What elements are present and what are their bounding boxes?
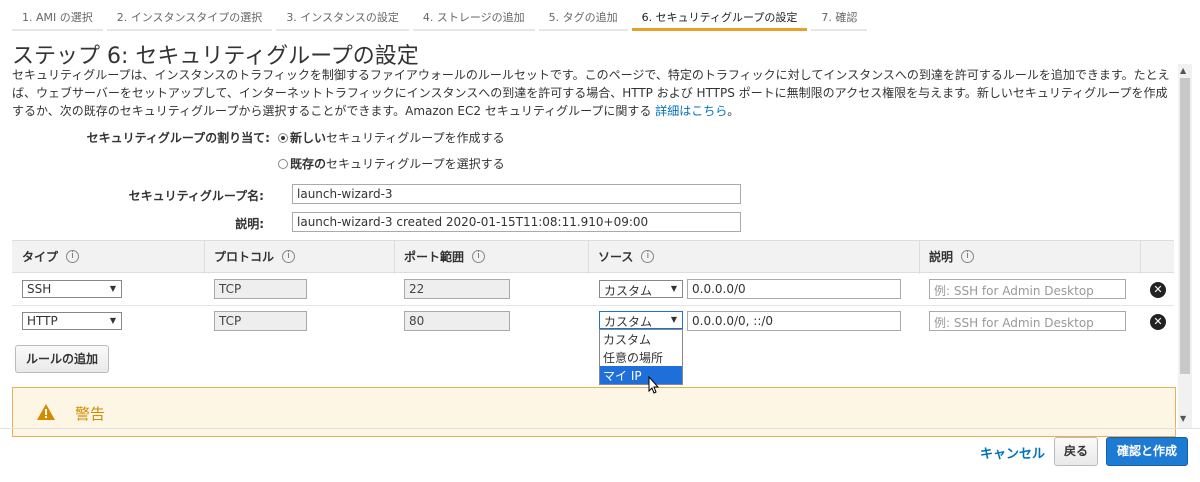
details-link[interactable]: 詳細はこちら xyxy=(655,104,727,118)
column-divider xyxy=(588,241,589,274)
description-end: 。 xyxy=(727,104,740,118)
rule2-type-select[interactable]: HTTP ▼ xyxy=(22,312,122,330)
rule1-source-input[interactable]: 0.0.0.0/0 xyxy=(687,279,901,299)
mouse-cursor-icon xyxy=(648,376,660,394)
tab-instance-type[interactable]: 2. インスタンスタイプの選択 xyxy=(106,4,273,31)
review-and-launch-button[interactable]: 確認と作成 xyxy=(1106,437,1188,466)
warning-icon xyxy=(37,404,55,420)
header-description: 説明 i xyxy=(929,248,975,265)
radio-new-group[interactable]: 新しい セキュリティグループを作成する xyxy=(278,129,505,146)
radio-existing-label: セキュリティグループを選択する xyxy=(326,157,505,171)
rule2-source-select[interactable]: カスタム ▼ xyxy=(599,311,683,329)
radio-new-bold: 新しい xyxy=(290,131,327,145)
description-text: セキュリティグループは、インスタンスのトラフィックを制御するファイアウォールのル… xyxy=(12,68,1170,118)
radio-new-label: セキュリティグループを作成する xyxy=(326,131,505,145)
rule2-port: 80 xyxy=(404,311,510,331)
tab-tags[interactable]: 5. タグの追加 xyxy=(538,4,628,31)
group-desc-label: 説明: xyxy=(235,217,264,231)
tab-instance-config[interactable]: 3. インスタンスの設定 xyxy=(276,4,409,31)
scrollbar-thumb[interactable] xyxy=(1180,78,1190,374)
rule2-source-type-value: カスタム xyxy=(604,315,653,329)
warning-title: 警告 xyxy=(75,405,106,423)
dropdown-arrow-icon: ▼ xyxy=(109,284,116,293)
tab-storage[interactable]: 4. ストレージの追加 xyxy=(412,4,535,31)
column-divider xyxy=(394,241,395,274)
add-rule-button[interactable]: ルールの追加 xyxy=(15,345,109,373)
dropdown-arrow-icon: ▼ xyxy=(670,315,677,324)
radio-existing-bold: 既存の xyxy=(290,157,327,171)
header-type: タイプ i xyxy=(22,248,80,265)
tab-ami[interactable]: 1. AMI の選択 xyxy=(12,4,103,31)
dropdown-arrow-icon: ▼ xyxy=(670,284,677,293)
rule1-source-select[interactable]: カスタム ▼ xyxy=(599,280,683,298)
dropdown-option-custom[interactable]: カスタム xyxy=(600,330,682,348)
column-divider xyxy=(1140,241,1141,274)
header-port-label: ポート範囲 xyxy=(404,250,465,264)
dropdown-option-anywhere[interactable]: 任意の場所 xyxy=(600,348,682,366)
cancel-button[interactable]: キャンセル xyxy=(980,443,1045,462)
rule1-delete-icon[interactable]: ✕ xyxy=(1150,282,1166,298)
wizard-tabs: 1. AMI の選択 2. インスタンスタイプの選択 3. インスタンスの設定 … xyxy=(12,4,871,31)
radio-existing-group[interactable]: 既存の セキュリティグループを選択する xyxy=(278,155,505,172)
dropdown-arrow-icon: ▼ xyxy=(109,316,116,325)
dropdown-option-my-ip[interactable]: マイ IP xyxy=(600,366,682,384)
radio-existing-dot[interactable] xyxy=(278,158,288,169)
rule1-type-value: SSH xyxy=(27,282,52,296)
rule2-source-input[interactable]: 0.0.0.0/0, ::/0 xyxy=(687,311,901,331)
header-source-label: ソース xyxy=(598,250,634,264)
rule1-source-type-value: カスタム xyxy=(604,284,653,298)
group-name-label: セキュリティグループ名: xyxy=(128,189,264,203)
rule1-type-select[interactable]: SSH ▼ xyxy=(22,280,122,298)
header-type-label: タイプ xyxy=(22,250,59,264)
info-icon[interactable]: i xyxy=(961,250,975,263)
group-desc-input[interactable]: launch-wizard-3 created 2020-01-15T11:08… xyxy=(292,212,741,232)
scroll-up-icon[interactable]: ▲ xyxy=(1180,66,1186,75)
column-divider xyxy=(204,241,205,274)
group-name-input[interactable]: launch-wizard-3 xyxy=(292,184,741,204)
info-icon[interactable]: i xyxy=(472,250,486,263)
warning-box: 警告 xyxy=(12,387,1176,437)
rule2-protocol: TCP xyxy=(214,311,307,331)
info-icon[interactable]: i xyxy=(66,250,80,263)
rule1-protocol: TCP xyxy=(214,279,307,299)
assign-label: セキュリティグループの割り当て: xyxy=(86,131,270,145)
source-dropdown-menu: カスタム 任意の場所 マイ IP xyxy=(599,329,683,385)
page-description: セキュリティグループは、インスタンスのトラフィックを制御するファイアウォールのル… xyxy=(12,66,1174,120)
rule1-port: 22 xyxy=(404,279,510,299)
rule2-description-input[interactable]: 例: SSH for Admin Desktop xyxy=(929,311,1126,331)
header-source: ソース i xyxy=(598,248,655,265)
rule2-type-value: HTTP xyxy=(27,314,58,328)
back-button[interactable]: 戻る xyxy=(1054,437,1098,466)
rule1-description-input[interactable]: 例: SSH for Admin Desktop xyxy=(929,279,1126,299)
rules-table-header: タイプ i プロトコル i ポート範囲 i ソース i 説明 i xyxy=(12,240,1174,274)
footer-divider xyxy=(0,428,1200,429)
scroll-down-icon[interactable]: ▼ xyxy=(1180,414,1186,423)
rule2-delete-icon[interactable]: ✕ xyxy=(1150,314,1166,330)
column-divider xyxy=(919,241,920,274)
header-protocol: プロトコル i xyxy=(214,248,296,265)
info-icon[interactable]: i xyxy=(641,250,655,263)
tab-review[interactable]: 7. 確認 xyxy=(811,4,868,31)
header-desc-label: 説明 xyxy=(929,250,954,264)
radio-new-dot[interactable] xyxy=(278,132,288,143)
info-icon[interactable]: i xyxy=(282,250,296,263)
tab-security-group[interactable]: 6. セキュリティグループの設定 xyxy=(631,4,808,31)
header-port-range: ポート範囲 i xyxy=(404,248,486,265)
row-divider xyxy=(12,305,1174,306)
header-protocol-label: プロトコル xyxy=(214,250,275,264)
